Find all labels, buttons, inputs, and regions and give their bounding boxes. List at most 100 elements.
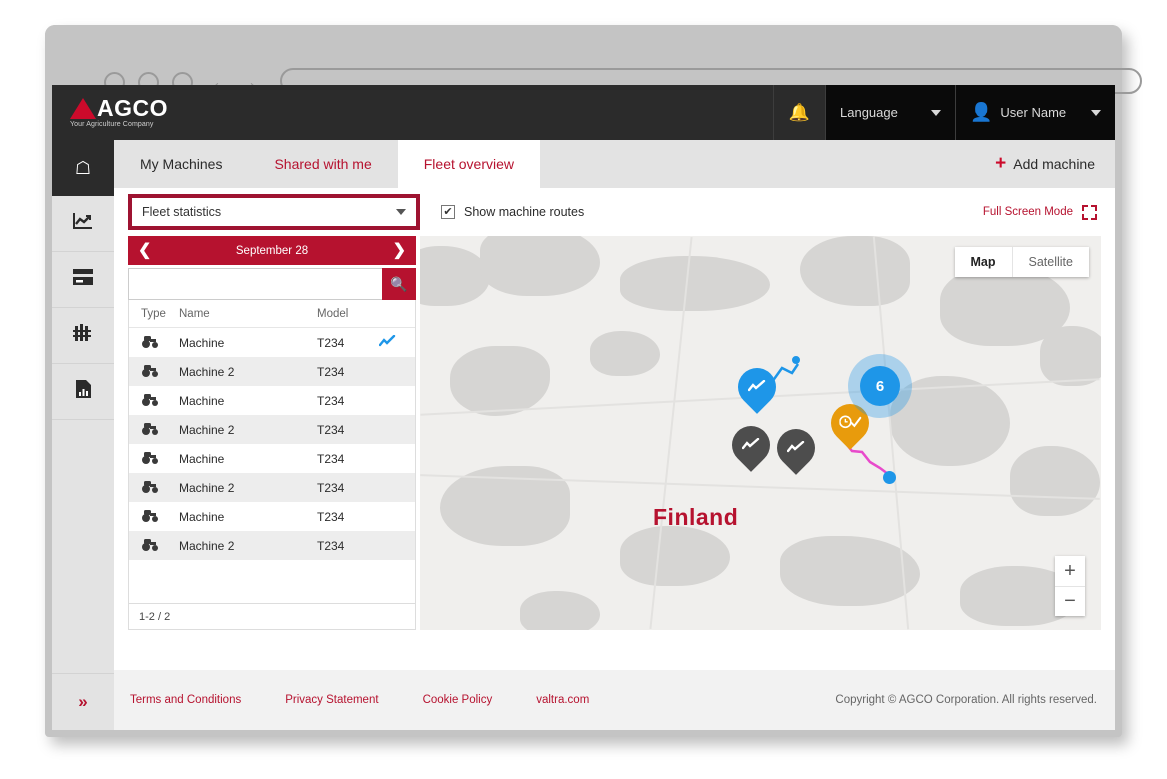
footer-link-valtra[interactable]: valtra.com [536,694,589,706]
tab-bar: My Machines Shared with me Fleet overvie… [114,140,1115,188]
date-navigator: ❮ September 28 ❯ [128,236,416,265]
search-input[interactable] [128,268,382,300]
sidebar-expand-button[interactable]: » [52,674,114,730]
footer-link-terms[interactable]: Terms and Conditions [130,694,241,706]
chevron-down-icon [396,209,406,215]
route-end-dot [883,471,896,484]
agco-logo[interactable]: AGCO Your Agriculture Company [52,85,212,140]
machine-model-cell: T234 [317,335,345,350]
machine-model-cell: T234 [317,538,345,553]
language-label: Language [840,105,898,120]
sidebar-filler [52,420,114,674]
table-row[interactable]: Machine T234 [129,444,415,473]
machine-model-cell: T234 [317,480,345,495]
tab-shared-with-me[interactable]: Shared with me [248,140,397,188]
table-row[interactable]: Machine 2 T234 [129,357,415,386]
map-region-label: Finland [653,504,739,530]
sidebar-item-machines[interactable] [52,252,114,308]
map-zoom-out-button[interactable]: − [1055,586,1085,616]
plus-icon: + [995,153,1007,174]
machine-model-cell: T234 [317,364,345,379]
machine-card-icon [72,268,94,291]
magnifier-icon: 🔍 [390,275,408,292]
tractor-icon [129,479,179,496]
table-row[interactable]: Machine 2 T234 [129,473,415,502]
map-toolbar: Fleet statistics ✔ Show machine routes F… [114,188,1115,236]
app-viewport: AGCO Your Agriculture Company 🔔 Language… [52,85,1115,730]
table-row[interactable]: Machine 2 T234 [129,531,415,560]
show-routes-label: Show machine routes [464,205,585,219]
sidebar-item-statistics[interactable] [52,196,114,252]
full-screen-mode-button[interactable]: Full Screen Mode [982,204,1097,220]
map-zoom-controls: + − [1055,556,1085,616]
user-name-label: User Name [1000,105,1067,120]
machine-card-icon-svg [73,269,93,285]
show-routes-checkbox[interactable]: ✔ Show machine routes [441,205,584,219]
footer-link-privacy[interactable]: Privacy Statement [285,694,378,706]
fleet-map[interactable]: 6 Finland Map Satellite + − [420,236,1101,630]
machine-name-cell: Machine 2 [179,422,235,437]
user-menu[interactable]: 👤 User Name [955,85,1115,140]
home-icon: ☖ [74,157,92,178]
table-row[interactable]: Machine T234 [129,502,415,531]
sidebar-item-reports[interactable] [52,364,114,420]
machine-model-cell: T234 [317,422,345,437]
route-chart-icon[interactable] [378,334,415,350]
column-header-type: Type [141,307,166,320]
date-label: September 28 [235,244,309,257]
sidebar-item-home[interactable]: ☖ [52,140,114,196]
tractor-icon [129,508,179,525]
table-empty-space [129,560,415,603]
chevron-right-icon[interactable]: ❯ [393,242,406,259]
bell-icon: 🔔 [788,102,811,122]
table-row[interactable]: Machine 2 T234 [129,415,415,444]
fleet-statistics-select[interactable]: Fleet statistics [128,194,420,230]
language-selector[interactable]: Language [825,85,955,140]
checkbox-box: ✔ [441,205,455,219]
tab-my-machines[interactable]: My Machines [114,140,248,188]
pin-glyph [786,440,805,456]
trend-chart-icon-svg [73,213,92,229]
machine-list-panel: ❮ September 28 ❯ 🔍 Type Name Model Machi… [128,236,416,630]
trend-chart-icon [73,212,93,235]
map-cluster-marker[interactable]: 6 [860,366,900,406]
app-header: AGCO Your Agriculture Company 🔔 Language… [52,85,1115,140]
sidebar: ☖ » [52,140,114,730]
report-document-icon-svg [75,380,91,398]
footer-link-cookie[interactable]: Cookie Policy [423,694,493,706]
chevron-down-icon [931,109,941,116]
tractor-icon [129,537,179,554]
map-type-map-button[interactable]: Map [955,247,1013,277]
column-header-model: Model [317,307,349,320]
add-machine-button[interactable]: + Add machine [995,140,1095,188]
machine-name-cell: Machine [179,393,225,408]
route-start-dot [792,356,800,364]
table-row[interactable]: Machine T234 [129,386,415,415]
tractor-icon [129,363,179,380]
machine-model-cell: T234 [317,451,345,466]
brand-tagline: Your Agriculture Company [70,121,154,128]
app-body: ☖ » My Machines Shared with me Fleet ove… [52,140,1115,730]
browser-window: ← → AGCO Your Agriculture Company 🔔 Lang… [45,25,1142,737]
notifications-button[interactable]: 🔔 [773,85,825,140]
machine-name-cell: Machine 2 [179,364,235,379]
machine-name-cell: Machine [179,335,225,350]
chevron-left-icon[interactable]: ❮ [138,242,151,259]
search-button[interactable]: 🔍 [382,268,416,300]
table-header-row: Type Name Model [129,300,415,328]
fleet-statistics-select-value: Fleet statistics [142,205,222,219]
table-row[interactable]: Machine T234 [129,328,415,357]
tab-fleet-overview[interactable]: Fleet overview [397,140,541,188]
fence-icon-svg [73,324,91,341]
sidebar-item-fields[interactable] [52,308,114,364]
column-header-name: Name [179,307,210,320]
full-screen-label: Full Screen Mode [982,206,1073,218]
machine-table: Type Name Model Machine T234 Machine 2 T234… [128,300,416,604]
machine-name-cell: Machine 2 [179,538,235,553]
map-type-satellite-button[interactable]: Satellite [1013,247,1089,277]
brand-name: AGCO [97,95,168,121]
expand-corners-icon [1082,204,1097,220]
map-zoom-in-button[interactable]: + [1055,556,1085,586]
machine-name-cell: Machine [179,451,225,466]
machine-model-cell: T234 [317,509,345,524]
